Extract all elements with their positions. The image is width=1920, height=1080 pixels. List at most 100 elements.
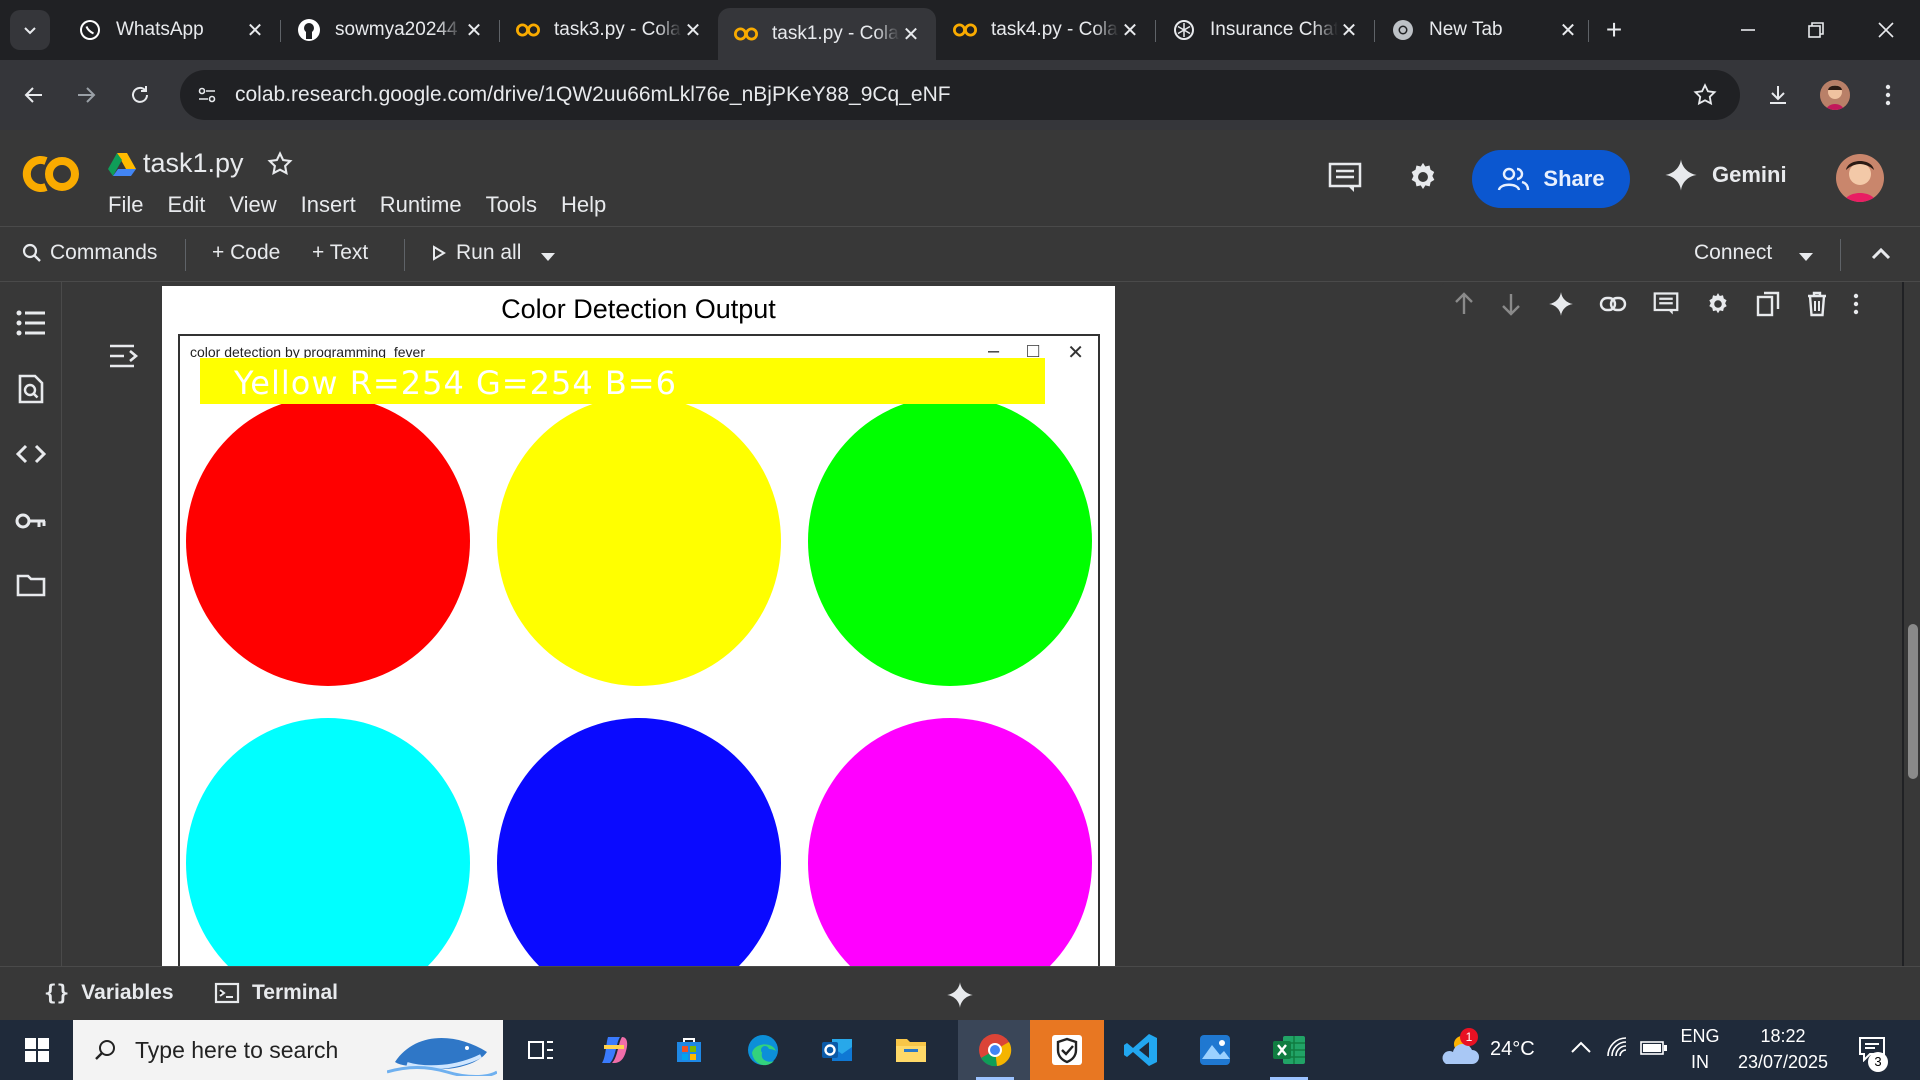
restore-button[interactable]: [1796, 10, 1836, 50]
language-indicator-top[interactable]: ENG: [1680, 1026, 1720, 1047]
caret-down-icon[interactable]: [1798, 249, 1814, 267]
gear-icon[interactable]: [1406, 160, 1440, 199]
output-actions-icon[interactable]: [108, 342, 140, 375]
browser-tab-task4[interactable]: task4.py - Colab ✕: [937, 8, 1155, 52]
url-text: colab.research.google.com/drive/1QW2uu66…: [235, 83, 951, 106]
reload-button[interactable]: [120, 75, 160, 115]
gemini-sparkle-icon[interactable]: [1548, 291, 1574, 322]
gear-icon[interactable]: [1705, 291, 1731, 322]
close-icon[interactable]: ✕: [1557, 19, 1579, 42]
comment-icon[interactable]: [1328, 162, 1362, 199]
bookmark-star-icon[interactable]: [1692, 82, 1718, 113]
minimize-button[interactable]: [1728, 10, 1768, 50]
commands-button[interactable]: Commands: [22, 241, 157, 265]
menu-edit[interactable]: Edit: [167, 192, 205, 218]
close-icon[interactable]: ✕: [900, 23, 922, 46]
move-cell-up-icon[interactable]: [1453, 291, 1475, 321]
folder-icon[interactable]: [14, 568, 48, 602]
mirror-cell-icon[interactable]: [1756, 291, 1780, 322]
outlook-app[interactable]: [800, 1020, 874, 1080]
menu-file[interactable]: File: [108, 192, 143, 218]
variables-button[interactable]: {} Variables: [44, 981, 174, 1005]
browser-tab-whatsapp[interactable]: WhatsApp ✕: [62, 8, 280, 52]
chrome-menu-button[interactable]: [1868, 75, 1908, 115]
sparkle-icon[interactable]: [946, 981, 974, 1014]
gemini-button[interactable]: Gemini: [1664, 158, 1787, 192]
browser-tab-newtab[interactable]: New Tab ✕: [1375, 8, 1593, 52]
caret-down-icon[interactable]: [540, 249, 556, 267]
back-button[interactable]: [14, 75, 54, 115]
menu-runtime[interactable]: Runtime: [380, 192, 462, 218]
menu-help[interactable]: Help: [561, 192, 606, 218]
close-icon[interactable]: ✕: [244, 19, 266, 42]
link-icon[interactable]: [1599, 296, 1627, 317]
notebook-title[interactable]: task1.py: [143, 148, 244, 179]
close-icon[interactable]: ✕: [1119, 19, 1141, 42]
profile-avatar[interactable]: [1820, 80, 1850, 110]
cyan-circle: [186, 718, 470, 966]
start-button[interactable]: [0, 1020, 74, 1080]
user-avatar[interactable]: [1836, 154, 1884, 202]
search-icon: [95, 1040, 115, 1060]
close-icon[interactable]: ✕: [1338, 19, 1360, 42]
connect-button[interactable]: Connect: [1694, 241, 1772, 265]
find-icon[interactable]: [14, 372, 48, 406]
task-view-button[interactable]: [504, 1020, 578, 1080]
clock-time[interactable]: 18:22: [1730, 1026, 1836, 1047]
move-cell-down-icon[interactable]: [1500, 292, 1522, 321]
taskbar-search-box[interactable]: Type here to search: [73, 1020, 503, 1080]
run-all-button[interactable]: Run all: [432, 241, 521, 265]
close-icon[interactable]: ✕: [682, 19, 704, 42]
window-close-button[interactable]: [1866, 10, 1906, 50]
code-snippets-icon[interactable]: [14, 437, 48, 471]
chrome-app[interactable]: [958, 1020, 1032, 1080]
microsoft-store-app[interactable]: [652, 1020, 726, 1080]
edge-app[interactable]: [726, 1020, 800, 1080]
delete-icon[interactable]: [1806, 291, 1828, 322]
excel-app[interactable]: [1252, 1020, 1326, 1080]
browser-tab-strip: WhatsApp ✕ sowmya20244 ✕ task3.py - Cola…: [0, 0, 1920, 60]
photos-app[interactable]: [1178, 1020, 1252, 1080]
chevron-up-icon[interactable]: [1870, 245, 1892, 266]
browser-tab-insurance[interactable]: Insurance Chat ✕: [1156, 8, 1374, 52]
clock-date[interactable]: 23/07/2025: [1730, 1052, 1836, 1073]
menu-insert[interactable]: Insert: [301, 192, 356, 218]
table-of-contents-icon[interactable]: [14, 306, 48, 340]
browser-tab-github[interactable]: sowmya20244 ✕: [281, 8, 499, 52]
vscode-app[interactable]: [1104, 1020, 1178, 1080]
address-bar[interactable]: colab.research.google.com/drive/1QW2uu66…: [180, 70, 1740, 120]
more-vert-icon[interactable]: [1853, 293, 1859, 320]
share-button[interactable]: Share: [1472, 150, 1630, 208]
scroll-thumb[interactable]: [1908, 624, 1918, 779]
key-icon[interactable]: [14, 504, 48, 538]
add-text-button[interactable]: + Text: [312, 241, 368, 265]
downloads-button[interactable]: [1758, 75, 1798, 115]
browser-tab-task1[interactable]: task1.py - Colab ✕: [718, 8, 936, 60]
close-icon[interactable]: ✕: [463, 19, 485, 42]
copilot-app[interactable]: [578, 1020, 652, 1080]
tab-title: sowmya20244: [335, 19, 458, 40]
tab-title: WhatsApp: [116, 19, 204, 40]
github-icon: [297, 18, 321, 42]
new-tab-button[interactable]: +: [1598, 14, 1630, 46]
notebook-scrollbar[interactable]: [1904, 282, 1920, 966]
menu-view[interactable]: View: [229, 192, 276, 218]
windows-taskbar: Type here to search 1 24°C ENG IN 18:22 …: [0, 1020, 1920, 1080]
detected-color-text: Yellow R=254 G=254 B=6: [234, 364, 677, 402]
browser-tab-task3[interactable]: task3.py - Colab ✕: [500, 8, 718, 52]
chevron-up-icon[interactable]: [1570, 1040, 1592, 1059]
tab-search-button[interactable]: [10, 10, 50, 50]
language-indicator-bottom[interactable]: IN: [1680, 1052, 1720, 1073]
add-code-button[interactable]: + Code: [212, 241, 280, 265]
site-info-icon[interactable]: [196, 84, 218, 111]
colab-logo[interactable]: [18, 152, 82, 201]
terminal-button[interactable]: Terminal: [214, 981, 338, 1005]
file-explorer-app[interactable]: [874, 1020, 948, 1080]
wifi-icon[interactable]: [1606, 1036, 1632, 1063]
star-icon[interactable]: [266, 150, 294, 183]
menu-tools[interactable]: Tools: [486, 192, 537, 218]
comment-icon[interactable]: [1653, 291, 1679, 321]
forward-button[interactable]: [66, 75, 106, 115]
battery-icon[interactable]: [1640, 1040, 1668, 1061]
security-app[interactable]: [1030, 1020, 1104, 1080]
